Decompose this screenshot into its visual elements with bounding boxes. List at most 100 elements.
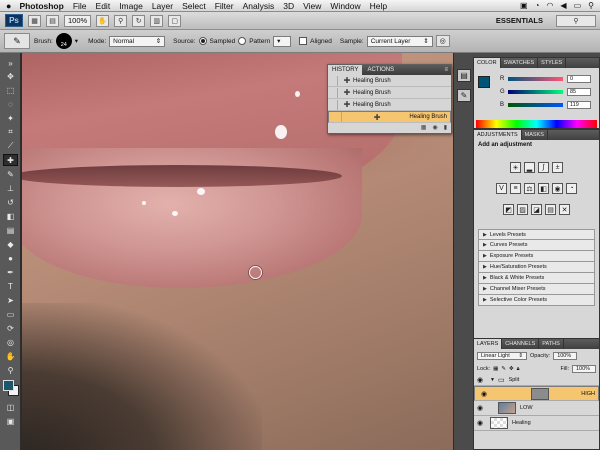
vibrance-icon[interactable]: V (496, 183, 507, 194)
blend-mode-select[interactable]: Linear Light ⇕ (477, 352, 527, 360)
wifi-icon[interactable]: ◠ (546, 1, 553, 10)
menu-select[interactable]: Select (182, 1, 206, 11)
disclosure-triangle-icon[interactable]: ▼ (490, 377, 495, 383)
red-value[interactable]: 0 (567, 74, 591, 83)
menu-view[interactable]: View (303, 1, 321, 11)
preset-black-white[interactable]: ▶ Black & White Presets (478, 273, 595, 284)
menu-window[interactable]: Window (330, 1, 360, 11)
layer-group-row[interactable]: ◉ ▼ ▭ Split (474, 374, 599, 386)
green-value[interactable]: 85 (567, 87, 591, 96)
brightness-contrast-icon[interactable]: ☀ (510, 162, 521, 173)
tool-preset-picker[interactable]: ✎ (4, 33, 30, 49)
color-spectrum[interactable] (476, 120, 597, 128)
brush-tool-icon[interactable]: ✎ (3, 168, 18, 180)
snapshot-icon[interactable]: ◉ (432, 124, 437, 131)
panel-menu-icon[interactable]: ≡ (444, 67, 451, 73)
mini-bridge-icon[interactable]: ▤ (46, 14, 59, 27)
shape-tool-icon[interactable]: ▭ (3, 308, 18, 320)
quick-selection-tool-icon[interactable]: ✦ (3, 112, 18, 124)
eye-icon[interactable]: ◉ (474, 419, 486, 427)
mode-select[interactable]: Normal ⇕ (109, 35, 166, 47)
green-slider[interactable] (508, 89, 563, 94)
menu-help[interactable]: Help (370, 1, 387, 11)
pen-tool-icon[interactable]: ✒ (3, 266, 18, 278)
curves-icon[interactable]: ∫ (538, 162, 549, 173)
trash-icon[interactable]: ▮ (444, 124, 447, 131)
layer-row-healing[interactable]: ◉ Healing (474, 416, 599, 431)
preset-levels[interactable]: ▶ Levels Presets (478, 229, 595, 240)
exposure-icon[interactable]: ± (552, 162, 563, 173)
tab-history[interactable]: HISTORY (328, 65, 363, 75)
blur-tool-icon[interactable]: ◆ (3, 238, 18, 250)
tab-paths[interactable]: PATHS (539, 339, 564, 349)
history-source-box[interactable] (332, 112, 342, 122)
history-state[interactable]: ✚ Healing Brush (328, 87, 451, 99)
photo-filter-icon[interactable]: ◉ (552, 183, 563, 194)
gradient-map-icon[interactable]: ▤ (545, 204, 556, 215)
quick-mask-icon[interactable]: ◫ (3, 401, 18, 413)
history-source-box[interactable] (328, 87, 338, 98)
gradient-tool-icon[interactable]: ▤ (3, 224, 18, 236)
preset-exposure[interactable]: ▶ Exposure Presets (478, 251, 595, 262)
channel-mixer-icon[interactable]: ◔ (566, 183, 577, 194)
move-tool-icon[interactable]: ✥ (3, 70, 18, 82)
menu-layer[interactable]: Layer (152, 1, 173, 11)
search-icon[interactable]: ⚲ (556, 14, 596, 27)
black-white-icon[interactable]: ◧ (538, 183, 549, 194)
tab-channels[interactable]: CHANNELS (502, 339, 540, 349)
pattern-picker[interactable]: ▾ (273, 35, 292, 47)
chevron-down-icon[interactable]: ▾ (75, 37, 78, 45)
menu-analysis[interactable]: Analysis (243, 1, 275, 11)
fill-field[interactable]: 100% (572, 365, 596, 373)
preset-channel-mixer[interactable]: ▶ Channel Mixer Presets (478, 284, 595, 295)
zoom-select[interactable]: 100% (64, 14, 92, 27)
eye-icon[interactable]: ◉ (474, 404, 486, 412)
apple-icon[interactable]: ● (6, 1, 11, 11)
preset-hue-saturation[interactable]: ▶ Hue/Saturation Presets (478, 262, 595, 273)
zoom-tool-icon[interactable]: ⚲ (114, 14, 128, 27)
threshold-icon[interactable]: ◪ (531, 204, 542, 215)
status-icon-1[interactable]: ▣ (520, 1, 528, 10)
lock-position-icon[interactable]: ✥ (509, 366, 514, 372)
tab-color[interactable]: COLOR (474, 58, 501, 68)
menu-app-name[interactable]: Photoshop (19, 1, 63, 11)
eraser-tool-icon[interactable]: ◧ (3, 210, 18, 222)
history-source-box[interactable] (328, 75, 338, 86)
crop-tool-icon[interactable]: ⌗ (3, 126, 18, 138)
menu-3d[interactable]: 3D (283, 1, 294, 11)
type-tool-icon[interactable]: T (3, 280, 18, 292)
lasso-tool-icon[interactable]: ◌ (3, 98, 18, 110)
opacity-field[interactable]: 100% (553, 352, 578, 360)
tab-styles[interactable]: STYLES (538, 58, 567, 68)
sample-select[interactable]: Current Layer ⇕ (366, 35, 433, 47)
screen-mode-icon[interactable]: ▢ (168, 14, 182, 27)
history-state[interactable]: ✚ Healing Brush (328, 99, 451, 111)
lock-pixels-icon[interactable]: ✎ (501, 366, 506, 372)
blue-value[interactable]: 119 (567, 100, 591, 109)
zoom-tool-icon[interactable]: ⚲ (3, 364, 18, 376)
status-icon-2[interactable]: ◔ (535, 1, 540, 10)
menu-edit[interactable]: Edit (96, 1, 111, 11)
workspace-switcher[interactable]: ESSENTIALS (496, 16, 543, 25)
hand-tool-icon[interactable]: ✋ (96, 14, 110, 27)
menu-file[interactable]: File (73, 1, 87, 11)
source-pattern-radio[interactable] (238, 37, 247, 45)
history-source-box[interactable] (328, 99, 338, 110)
menu-image[interactable]: Image (119, 1, 143, 11)
tab-adjustments[interactable]: ADJUSTMENTS (474, 130, 522, 140)
3d-orbit-tool-icon[interactable]: ◎ (3, 336, 18, 348)
invert-icon[interactable]: ◩ (503, 204, 514, 215)
aligned-checkbox[interactable] (299, 37, 308, 45)
red-slider[interactable] (508, 76, 563, 81)
volume-icon[interactable]: ◀ (560, 1, 566, 10)
lock-transparency-icon[interactable]: ▦ (493, 366, 498, 372)
foreground-color-swatch[interactable] (3, 380, 14, 391)
layer-row-high[interactable]: ◉ HIGH (474, 386, 599, 401)
color-balance-icon[interactable]: ⚖ (524, 183, 535, 194)
history-state-selected[interactable]: ✚ Healing Brush (328, 111, 451, 123)
tab-swatches[interactable]: SWATCHES (501, 58, 539, 68)
3d-rotate-tool-icon[interactable]: ⟳ (3, 322, 18, 334)
new-document-icon[interactable]: ▦ (421, 124, 427, 131)
healing-brush-tool-icon[interactable]: ✚ (3, 154, 18, 166)
levels-icon[interactable]: ▂ (524, 162, 535, 173)
